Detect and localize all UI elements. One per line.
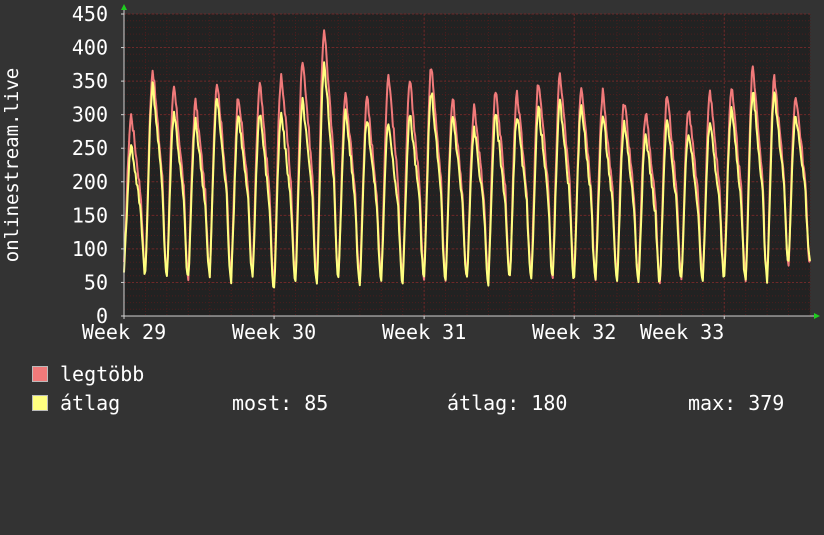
x-tick-label: Week 31 [382,320,466,340]
graph-window: 0 50 100 150 200 250 300 350 400 450 Week 29 Week 3… [0,0,824,430]
y-tick-label: 100 [72,237,108,261]
y-tick-label: 350 [72,69,108,93]
legend-swatch-avg [32,395,48,411]
x-tick-label: Week 33 [640,320,724,340]
y-tick-label: 250 [72,136,108,160]
y-tick-label: 300 [72,103,108,127]
y-tick-label: 50 [84,270,108,294]
x-axis-arrow-icon [814,313,820,319]
x-tick-label: Week 29 [82,320,166,340]
y-axis-label: onlinestream.live [1,68,23,262]
legend-row-avg: átlag most: 85 átlag: 180 max: 379 [32,393,812,413]
x-tick-label: Week 32 [532,320,616,340]
stat-max: max: 379 [688,391,785,415]
stat-atlag: átlag: 180 [447,391,568,415]
legend-row-max: legtöbb [32,364,812,384]
x-tick-label: Week 30 [232,320,316,340]
y-tick-label: 450 [72,2,108,26]
y-tick-label: 400 [72,36,108,60]
stat-most: most: 85 [232,391,329,415]
y-axis-arrow-icon [121,4,127,10]
y-tick-label: 150 [72,203,108,227]
legend-label-avg: átlag [60,391,121,415]
legend-swatch-max [32,366,48,382]
y-tick-label: 200 [72,170,108,194]
legend-label-max: legtöbb [60,362,145,386]
chart: 050100150200250300350400450Week 29 Week 3… [1,2,820,340]
